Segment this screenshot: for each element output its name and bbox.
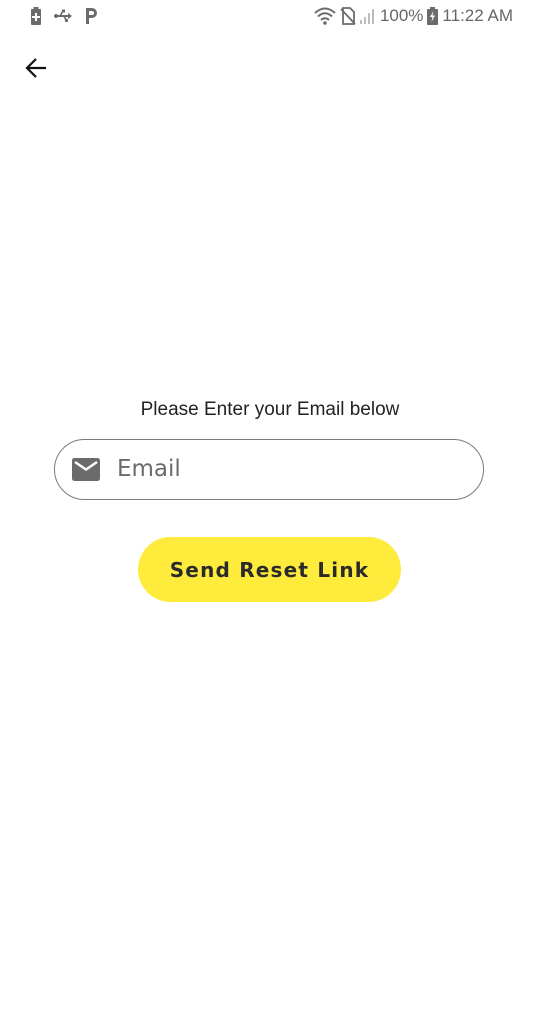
send-reset-link-button[interactable]: Send Reset Link — [138, 537, 401, 602]
back-button[interactable] — [19, 51, 53, 85]
battery-saver-icon — [30, 7, 42, 25]
arrow-back-icon — [24, 56, 48, 80]
mail-icon — [72, 458, 100, 481]
status-bar: 100% 11:22 AM — [0, 0, 540, 32]
email-field[interactable] — [54, 439, 484, 500]
parking-icon — [84, 7, 98, 25]
status-right-icons: 100% 11:22 AM — [314, 6, 513, 26]
status-left-icons — [30, 7, 98, 25]
status-time: 11:22 AM — [442, 6, 513, 25]
wifi-icon — [314, 7, 336, 25]
email-prompt: Please Enter your Email below — [140, 399, 400, 420]
battery-icon — [427, 7, 439, 25]
email-input[interactable] — [117, 451, 457, 487]
usb-icon — [54, 9, 72, 23]
signal-icon — [359, 8, 376, 24]
battery-percent: 100% — [379, 6, 424, 25]
no-sim-icon — [340, 7, 356, 25]
